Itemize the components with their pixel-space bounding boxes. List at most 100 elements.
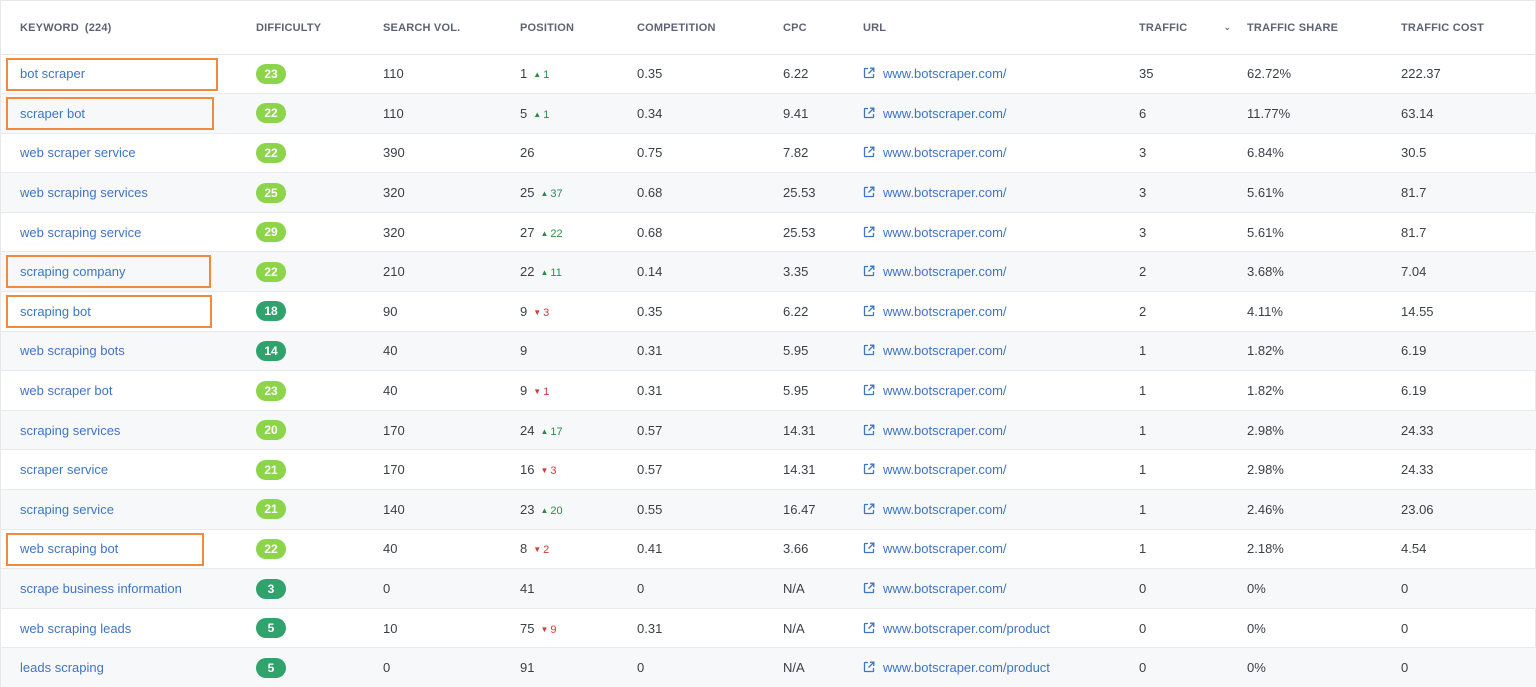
position-value: 9 xyxy=(520,343,528,359)
keyword-link[interactable]: leads scraping xyxy=(20,660,104,675)
external-link-icon[interactable] xyxy=(863,226,875,238)
url-link[interactable]: www.botscraper.com/product xyxy=(883,660,1050,675)
position-cell: 1 ▲ 1 xyxy=(520,54,637,94)
keyword-link[interactable]: web scraping service xyxy=(20,225,141,240)
traffic-cost-cell: 4.54 xyxy=(1401,541,1427,557)
keyword-cell: scraping services xyxy=(1,410,256,450)
external-link-icon[interactable] xyxy=(863,503,875,515)
keyword-link[interactable]: scraping service xyxy=(20,502,114,517)
url-link[interactable]: www.botscraper.com/ xyxy=(883,225,1007,240)
url-link[interactable]: www.botscraper.com/ xyxy=(883,106,1007,121)
search-vol-cell: 320 xyxy=(383,224,405,240)
traffic-cost-cell: 14.55 xyxy=(1401,303,1434,319)
col-header-position[interactable]: POSITION xyxy=(520,1,637,55)
keyword-cell: web scraping service xyxy=(1,212,256,252)
keyword-link[interactable]: scraping company xyxy=(20,264,126,279)
col-header-competition[interactable]: COMPETITION xyxy=(637,1,783,55)
external-link-icon[interactable] xyxy=(863,661,875,673)
url-link[interactable]: www.botscraper.com/ xyxy=(883,304,1007,319)
url-link[interactable]: www.botscraper.com/ xyxy=(883,581,1007,596)
external-link-icon[interactable] xyxy=(863,265,875,277)
difficulty-badge: 23 xyxy=(256,63,286,84)
col-header-difficulty[interactable]: DIFFICULTY xyxy=(256,1,383,55)
external-link-icon[interactable] xyxy=(863,305,875,317)
traffic-cell: 0 xyxy=(1139,660,1147,676)
col-header-keyword[interactable]: KEYWORD (224) xyxy=(1,1,256,55)
col-header-traffic[interactable]: TRAFFIC ⌄ xyxy=(1139,1,1247,55)
position-delta-value: 17 xyxy=(550,425,563,438)
traffic-cell: 2 xyxy=(1139,303,1147,319)
external-link-icon[interactable] xyxy=(863,463,875,475)
traffic-cost-cell: 0 xyxy=(1401,660,1409,676)
table-row: web scraper bot 23 40 9 ▼ 1 0.31 5.95 www.… xyxy=(1,371,1536,411)
table-row: web scraping services 25 320 25 ▲ 37 0.68 … xyxy=(1,172,1536,213)
traffic-cell: 1 xyxy=(1139,343,1147,359)
url-link[interactable]: www.botscraper.com/product xyxy=(883,621,1050,636)
keyword-wrap: web scraper service xyxy=(20,145,256,160)
keyword-link[interactable]: web scraper service xyxy=(20,145,136,160)
url-link[interactable]: www.botscraper.com/ xyxy=(883,502,1007,517)
col-header-url[interactable]: URL xyxy=(863,1,1139,55)
chevron-down-icon[interactable]: ⌄ xyxy=(1223,22,1231,33)
difficulty-cell: 23 xyxy=(256,54,383,94)
external-link-icon[interactable] xyxy=(863,186,875,198)
external-link-icon[interactable] xyxy=(863,622,875,634)
external-link-icon[interactable] xyxy=(863,146,875,158)
external-link-icon[interactable] xyxy=(863,424,875,436)
external-link-icon[interactable] xyxy=(863,384,875,396)
external-link-icon[interactable] xyxy=(863,344,875,356)
url-cell: www.botscraper.com/ xyxy=(863,173,1139,213)
position-delta-value: 20 xyxy=(550,504,563,517)
position-value: 1 xyxy=(520,66,528,82)
table-row: web scraping leads 5 10 75 ▼ 9 0.31 N/A ww… xyxy=(1,608,1536,648)
keyword-link[interactable]: scraping services xyxy=(20,423,120,438)
url-link[interactable]: www.botscraper.com/ xyxy=(883,423,1007,438)
external-link-icon[interactable] xyxy=(863,107,875,119)
col-header-traffic-share[interactable]: TRAFFIC SHARE xyxy=(1247,1,1401,55)
url-link[interactable]: www.botscraper.com/ xyxy=(883,343,1007,358)
difficulty-badge: 22 xyxy=(256,538,286,559)
position-delta: ▼ 3 xyxy=(533,307,549,319)
competition-cell: 0 xyxy=(637,581,645,597)
keyword-link[interactable]: web scraping bot xyxy=(20,541,118,556)
keyword-link[interactable]: scrape business information xyxy=(20,581,182,596)
competition-cell: 0.57 xyxy=(637,462,663,478)
col-header-search-vol[interactable]: SEARCH VOL. xyxy=(383,1,520,55)
table-row: scraper service 21 170 16 ▼ 3 0.57 14.31 w… xyxy=(1,450,1536,490)
difficulty-badge: 21 xyxy=(256,459,286,480)
keyword-link[interactable]: web scraping leads xyxy=(20,621,131,636)
keyword-cell: scraper service xyxy=(1,450,256,490)
keyword-link[interactable]: scraper bot xyxy=(20,106,85,121)
keyword-link[interactable]: web scraper bot xyxy=(20,383,113,398)
url-link[interactable]: www.botscraper.com/ xyxy=(883,66,1007,81)
col-header-traffic-cost[interactable]: TRAFFIC COST xyxy=(1401,1,1536,55)
url-link[interactable]: www.botscraper.com/ xyxy=(883,462,1007,477)
traffic-cost-cell: 222.37 xyxy=(1401,66,1441,82)
difficulty-badge: 25 xyxy=(256,182,286,203)
difficulty-badge: 21 xyxy=(256,499,286,520)
url-link[interactable]: www.botscraper.com/ xyxy=(883,541,1007,556)
traffic-share-cell: 1.82% xyxy=(1247,343,1284,359)
competition-cell: 0.14 xyxy=(637,264,663,280)
difficulty-cell: 25 xyxy=(256,173,383,213)
position-delta: ▼ 9 xyxy=(540,624,556,636)
url-link[interactable]: www.botscraper.com/ xyxy=(883,145,1007,160)
keyword-link[interactable]: bot scraper xyxy=(20,66,85,81)
keyword-link[interactable]: web scraping bots xyxy=(20,343,125,358)
cpc-cell: 6.22 xyxy=(783,66,809,82)
keyword-link[interactable]: web scraping services xyxy=(20,185,148,200)
url-link[interactable]: www.botscraper.com/ xyxy=(883,383,1007,398)
external-link-icon[interactable] xyxy=(863,582,875,594)
keyword-link[interactable]: scraper service xyxy=(20,462,108,477)
cpc-cell: N/A xyxy=(783,581,805,597)
col-header-cpc[interactable]: CPC xyxy=(783,1,863,55)
url-cell: www.botscraper.com/ xyxy=(863,252,1139,292)
external-link-icon[interactable] xyxy=(863,542,875,554)
traffic-cost-cell: 24.33 xyxy=(1401,462,1434,478)
keyword-wrap: scraper bot xyxy=(20,106,256,121)
external-link-icon[interactable] xyxy=(863,67,875,79)
url-link[interactable]: www.botscraper.com/ xyxy=(883,264,1007,279)
url-link[interactable]: www.botscraper.com/ xyxy=(883,185,1007,200)
difficulty-cell: 14 xyxy=(256,331,383,371)
keyword-link[interactable]: scraping bot xyxy=(20,304,91,319)
